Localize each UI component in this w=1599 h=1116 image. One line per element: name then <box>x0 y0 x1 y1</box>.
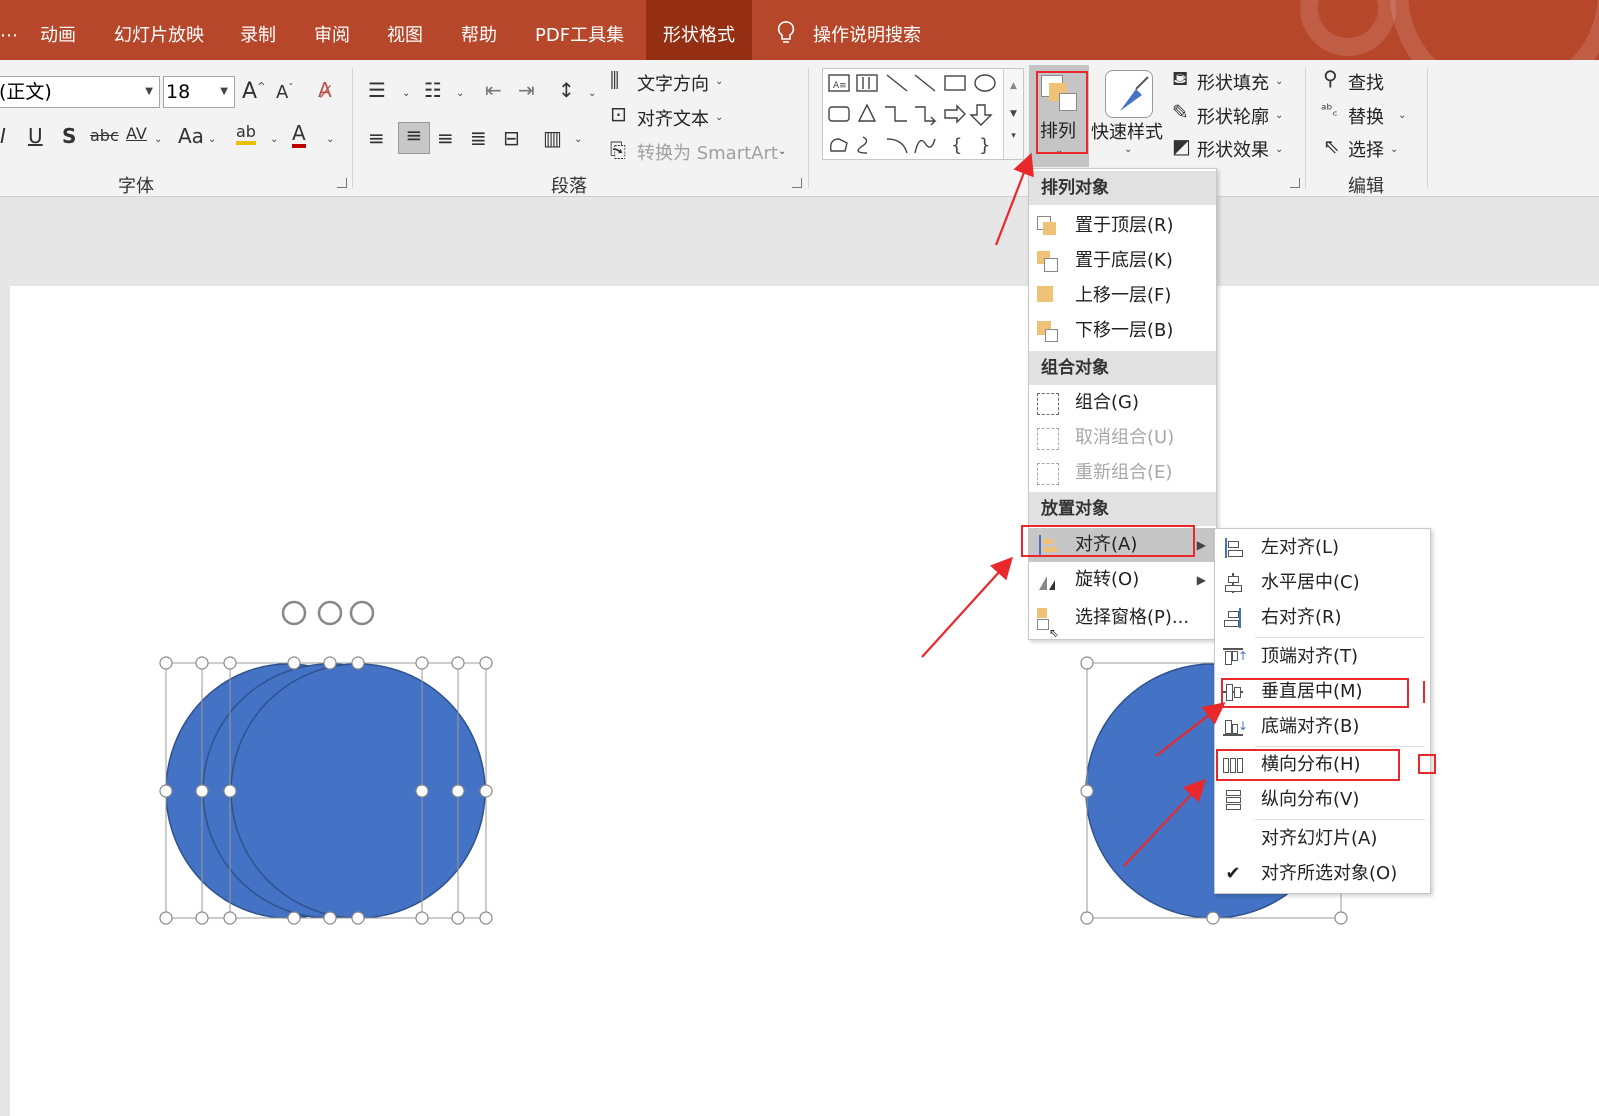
menu-item-align-left[interactable]: 左对齐(L) <box>1215 531 1430 565</box>
align-right-icon <box>1223 608 1243 628</box>
menu-item-selection-pane[interactable]: ⇖ 选择窗格(P)... <box>1029 601 1216 640</box>
bring-to-front-icon <box>1037 216 1057 236</box>
menu-item-distribute-v[interactable]: 纵向分布(V) <box>1215 783 1430 817</box>
menu-divider <box>1255 637 1425 638</box>
checkmark-icon: ✔ <box>1225 863 1241 884</box>
distribute-vertical-icon <box>1223 790 1243 810</box>
submenu-arrow-icon: ▶ <box>1196 573 1206 587</box>
annotation-mark <box>1418 754 1436 774</box>
menu-item-rotate[interactable]: 旋转(O) ▶ <box>1029 563 1216 597</box>
menu-item-send-backward[interactable]: 下移一层(B) <box>1029 314 1216 348</box>
menu-header-group: 组合对象 <box>1029 351 1216 385</box>
annotation-box-distribute <box>1216 749 1400 781</box>
align-center-h-icon <box>1223 573 1243 593</box>
annotation-mark <box>1423 681 1425 703</box>
menu-item-align-selected[interactable]: ✔ 对齐所选对象(O) <box>1215 857 1430 891</box>
send-backward-icon <box>1037 321 1058 342</box>
menu-divider <box>1255 746 1425 747</box>
menu-divider <box>1255 819 1425 820</box>
rotate-icon <box>1037 570 1057 590</box>
selection-pane-icon: ⇖ <box>1037 608 1059 640</box>
menu-item-align-bottom[interactable]: ↓ 底端对齐(B) <box>1215 710 1430 744</box>
rotate-handle-icon <box>281 600 375 626</box>
menu-item-align-right[interactable]: 右对齐(R) <box>1215 601 1430 635</box>
menu-item-bring-to-front[interactable]: 置于顶层(R) <box>1029 209 1216 243</box>
regroup-icon <box>1037 463 1059 485</box>
menu-header-position: 放置对象 <box>1029 492 1216 526</box>
submenu-arrow-icon: ▶ <box>1196 538 1206 552</box>
menu-item-send-to-back[interactable]: 置于底层(K) <box>1029 244 1216 278</box>
align-bottom-icon: ↓ <box>1223 717 1248 737</box>
align-top-icon: ↑ <box>1223 647 1248 667</box>
group-icon <box>1037 393 1059 415</box>
menu-item-group[interactable]: 组合(G) <box>1029 386 1216 420</box>
annotation-box-middle <box>1221 678 1409 708</box>
menu-item-align-center[interactable]: 水平居中(C) <box>1215 566 1430 600</box>
align-submenu: 左对齐(L) 水平居中(C) 右对齐(R) ↑ 顶端对齐(T) 垂直居中(M) … <box>1214 528 1431 894</box>
bring-forward-icon <box>1037 286 1057 306</box>
menu-item-regroup: 重新组合(E) <box>1029 456 1216 490</box>
ungroup-icon <box>1037 428 1059 450</box>
align-left-icon <box>1223 538 1243 558</box>
annotation-box-align <box>1021 525 1195 557</box>
menu-header-order: 排列对象 <box>1029 171 1216 205</box>
send-to-back-icon <box>1037 251 1058 272</box>
menu-item-ungroup: 取消组合(U) <box>1029 421 1216 455</box>
arrange-menu: 排列对象 置于顶层(R) 置于底层(K) 上移一层(F) 下移一层(B) 组合对… <box>1028 168 1217 640</box>
menu-item-align-to-slide[interactable]: 对齐幻灯片(A) <box>1215 822 1430 856</box>
menu-item-bring-forward[interactable]: 上移一层(F) <box>1029 279 1216 313</box>
menu-item-align-top[interactable]: ↑ 顶端对齐(T) <box>1215 640 1430 674</box>
ellipse-shape <box>230 663 486 919</box>
